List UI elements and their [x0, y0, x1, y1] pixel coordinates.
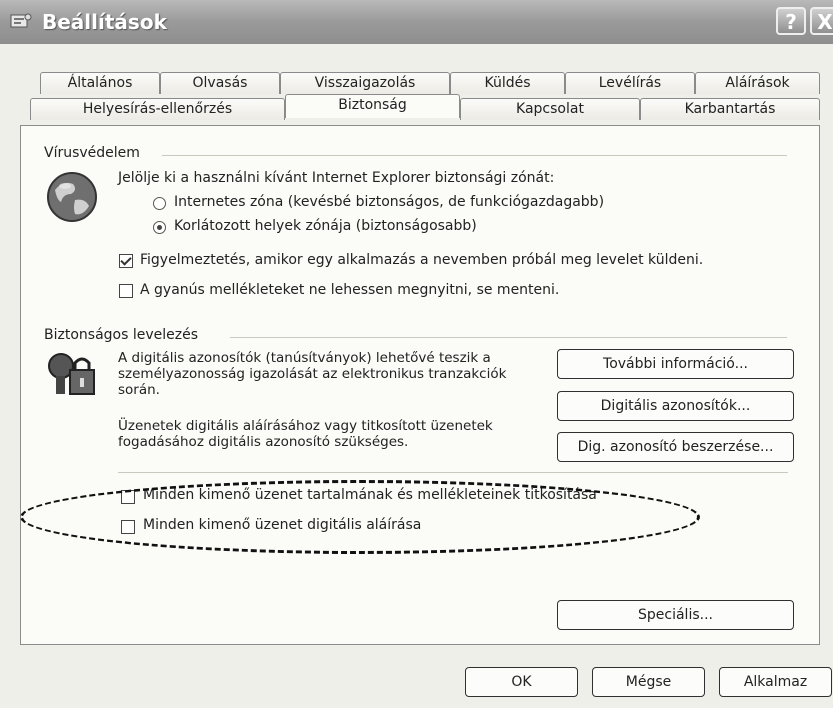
secure-desc1: A digitális azonosítók (tanúsítványok) l…: [118, 350, 507, 398]
advanced-button[interactable]: Speciális...: [557, 600, 794, 630]
tab-levelíras[interactable]: Levélírás: [565, 72, 695, 94]
tab-kuldes[interactable]: Küldés: [450, 72, 565, 94]
radio-internet-label[interactable]: Internetes zóna (kevésbé biztonságos, de…: [174, 194, 604, 210]
globe-icon: [45, 170, 99, 228]
tab-alairasok[interactable]: Aláírások: [695, 72, 820, 94]
radio-restricted-label[interactable]: Korlátozott helyek zónája (biztonságosab…: [174, 218, 477, 234]
tab-kapcsolat[interactable]: Kapcsolat: [460, 98, 640, 120]
warn-checkbox[interactable]: [119, 254, 133, 268]
tab-helyesiras[interactable]: Helyesírás-ellenőrzés: [30, 98, 285, 120]
window-title: Beállítások: [42, 10, 167, 34]
cancel-button[interactable]: Mégse: [592, 667, 705, 697]
options-icon: [10, 13, 32, 28]
get-digital-id-button[interactable]: Dig. azonosító beszerzése...: [557, 432, 794, 462]
more-info-button[interactable]: További információ...: [557, 349, 794, 379]
tab-altalanos[interactable]: Általános: [40, 72, 160, 94]
tab-biztonsag[interactable]: Biztonság: [285, 94, 460, 118]
warn-label[interactable]: Figyelmeztetés, amikor egy alkalmazás a …: [140, 252, 703, 268]
title-bar[interactable]: Beállítások ? X: [0, 0, 833, 45]
secure-separator: [230, 337, 787, 338]
virus-separator: [162, 155, 787, 156]
attachment-label[interactable]: A gyanús mellékleteket ne lehessen megny…: [140, 282, 559, 298]
digital-ids-button[interactable]: Digitális azonosítók...: [557, 391, 794, 421]
attachment-checkbox[interactable]: [119, 284, 133, 298]
radio-internet-zone[interactable]: [153, 197, 166, 210]
secure-desc2: Üzenetek digitális aláírásához vagy titk…: [118, 418, 493, 450]
secure-inner-separator: [118, 472, 788, 473]
tab-karbantartas[interactable]: Karbantartás: [640, 98, 820, 120]
help-button[interactable]: ?: [776, 7, 806, 35]
certificate-lock-icon: [44, 350, 98, 404]
ok-button[interactable]: OK: [465, 667, 578, 697]
tab-olvasas[interactable]: Olvasás: [160, 72, 280, 94]
apply-button[interactable]: Alkalmaz: [719, 667, 832, 697]
tab-visszaigazolas[interactable]: Visszaigazolás: [280, 72, 450, 94]
zone-prompt: Jelölje ki a használni kívánt Internet E…: [118, 170, 555, 186]
close-button[interactable]: X: [810, 7, 833, 35]
highlight-dashed-ellipse: [20, 480, 700, 554]
secure-section-title: Biztonságos levelezés: [44, 327, 198, 343]
virus-section-title: Vírusvédelem: [44, 145, 140, 161]
radio-restricted-zone[interactable]: [153, 221, 166, 234]
